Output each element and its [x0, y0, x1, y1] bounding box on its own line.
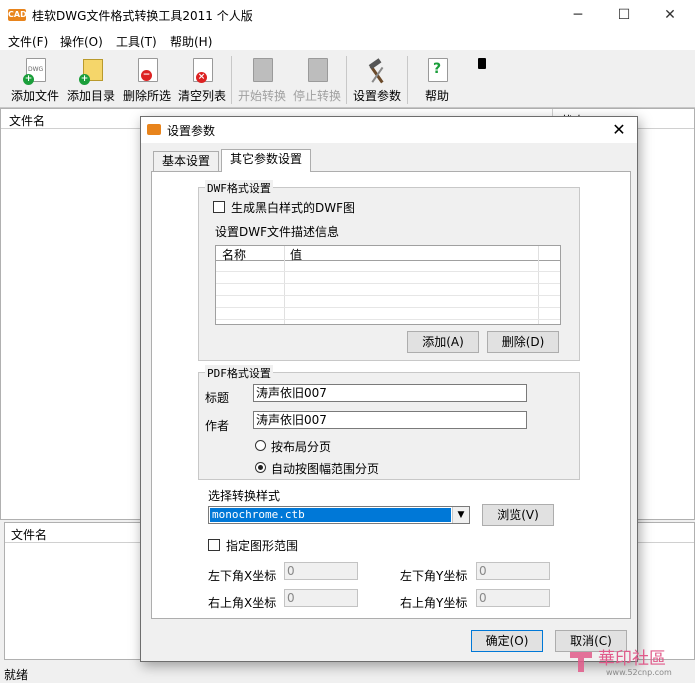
app-logo-icon: CAD	[8, 9, 27, 21]
clear-list-icon: ×	[190, 58, 214, 86]
device-icon	[478, 58, 486, 69]
bw-dwf-checkbox[interactable]	[213, 201, 225, 213]
add-directory-button[interactable]: + 添加目录	[64, 54, 118, 106]
upper-right-y-input[interactable]: 0	[476, 589, 550, 607]
style-combobox-value: monochrome.ctb	[210, 508, 451, 522]
watermark-logo: 華印社區 www.52cnp.com	[566, 642, 692, 682]
stop-convert-icon	[305, 58, 329, 86]
stop-convert-button[interactable]: 停止转换	[290, 54, 344, 106]
lower-left-x-label: 左下角X坐标	[208, 569, 277, 583]
pdf-author-input[interactable]: 涛声依旧007	[253, 411, 527, 429]
watermark-icon	[570, 652, 592, 672]
dialog-app-icon	[147, 124, 161, 135]
pdf-title-input[interactable]: 涛声依旧007	[253, 384, 527, 402]
dwf-delete-button[interactable]: 删除(D)	[487, 331, 559, 353]
bw-dwf-label: 生成黑白样式的DWF图	[231, 201, 356, 215]
dwf-desc-label: 设置DWF文件描述信息	[215, 225, 340, 239]
dwf-desc-grid[interactable]: 名称 值	[215, 245, 561, 325]
radio-auto-label: 自动按图幅范围分页	[271, 462, 380, 476]
chevron-down-icon[interactable]: ▼	[452, 507, 469, 523]
toolbar-separator	[346, 56, 347, 104]
pdf-author-label: 作者	[205, 419, 230, 433]
toolbar-separator	[231, 56, 232, 104]
add-folder-icon: +	[79, 58, 103, 86]
pdf-group-title: PDF格式设置	[205, 365, 273, 381]
range-checkbox[interactable]	[208, 539, 220, 551]
start-convert-button[interactable]: 开始转换	[235, 54, 289, 106]
range-checkbox-label: 指定图形范围	[226, 539, 299, 553]
lower-left-y-label: 左下角Y坐标	[400, 569, 468, 583]
tab-basic-settings[interactable]: 基本设置	[153, 151, 219, 171]
toolbar-separator	[407, 56, 408, 104]
minimize-button[interactable]: ─	[555, 0, 601, 30]
menu-bar: 文件(F) 操作(O) 工具(T) 帮助(H)	[0, 30, 695, 50]
help-button[interactable]: ? 帮助	[412, 54, 462, 106]
lower-left-x-input[interactable]: 0	[284, 562, 358, 580]
clear-list-button[interactable]: × 清空列表	[175, 54, 229, 106]
help-icon: ?	[425, 58, 449, 86]
upper-right-y-label: 右上角Y坐标	[400, 596, 468, 610]
status-text: 就绪	[4, 668, 29, 682]
maximize-button[interactable]: ☐	[601, 0, 647, 30]
browse-button[interactable]: 浏览(V)	[482, 504, 554, 526]
dialog-title: 设置参数	[167, 124, 216, 138]
pdf-title-label: 标题	[205, 391, 230, 405]
hammer-wrench-icon	[365, 58, 389, 86]
watermark-text: 華印社區	[598, 649, 666, 669]
dwf-add-button[interactable]: 添加(A)	[407, 331, 479, 353]
window-title: 桂软DWG文件格式转换工具2011 个人版	[32, 9, 253, 23]
lower-left-y-input[interactable]: 0	[476, 562, 550, 580]
dwf-group-title: DWF格式设置	[205, 180, 273, 196]
style-combobox[interactable]: monochrome.ctb ▼	[208, 506, 470, 524]
upper-right-x-input[interactable]: 0	[284, 589, 358, 607]
dialog-title-bar: 设置参数 ✕	[141, 117, 637, 143]
watermark-url: www.52cnp.com	[606, 668, 672, 677]
radio-layout-page[interactable]	[255, 440, 266, 451]
style-label: 选择转换样式	[208, 489, 281, 503]
menu-file[interactable]: 文件(F)	[8, 33, 48, 50]
radio-auto-page[interactable]	[255, 462, 266, 473]
column-filename[interactable]: 文件名	[9, 112, 45, 129]
delete-file-icon: −	[135, 58, 159, 86]
menu-help[interactable]: 帮助(H)	[170, 33, 212, 50]
tab-panel: DWF格式设置 生成黑白样式的DWF图 设置DWF文件描述信息 名称 值 添加(…	[151, 171, 631, 619]
add-file-button[interactable]: DWG + 添加文件	[8, 54, 62, 106]
delete-selected-button[interactable]: − 删除所选	[120, 54, 174, 106]
add-file-icon: DWG +	[23, 58, 47, 86]
settings-dialog: 设置参数 ✕ 基本设置 其它参数设置 DWF格式设置 生成黑白样式的DWF图 设…	[140, 116, 638, 662]
close-button[interactable]: ✕	[647, 0, 693, 30]
tab-other-settings[interactable]: 其它参数设置	[221, 149, 311, 172]
settings-button[interactable]: 设置参数	[350, 54, 404, 106]
menu-operation[interactable]: 操作(O)	[60, 33, 103, 50]
pdf-group: PDF格式设置 标题 涛声依旧007 作者 涛声依旧007 按布局分页 自动按图…	[198, 365, 580, 480]
radio-layout-label: 按布局分页	[271, 440, 332, 454]
dwf-group: DWF格式设置 生成黑白样式的DWF图 设置DWF文件描述信息 名称 值 添加(…	[198, 180, 580, 361]
toolbar: DWG + 添加文件 + 添加目录 − 删除所选 × 清空列表 开始转换 停止转…	[0, 50, 695, 108]
start-convert-icon	[250, 58, 274, 86]
column-filename-bottom[interactable]: 文件名	[11, 526, 47, 543]
menu-tools[interactable]: 工具(T)	[116, 33, 157, 50]
title-bar: CAD 桂软DWG文件格式转换工具2011 个人版 ─ ☐ ✕	[0, 0, 695, 30]
upper-right-x-label: 右上角X坐标	[208, 596, 277, 610]
dialog-close-button[interactable]: ✕	[605, 119, 633, 141]
ok-button[interactable]: 确定(O)	[471, 630, 543, 652]
